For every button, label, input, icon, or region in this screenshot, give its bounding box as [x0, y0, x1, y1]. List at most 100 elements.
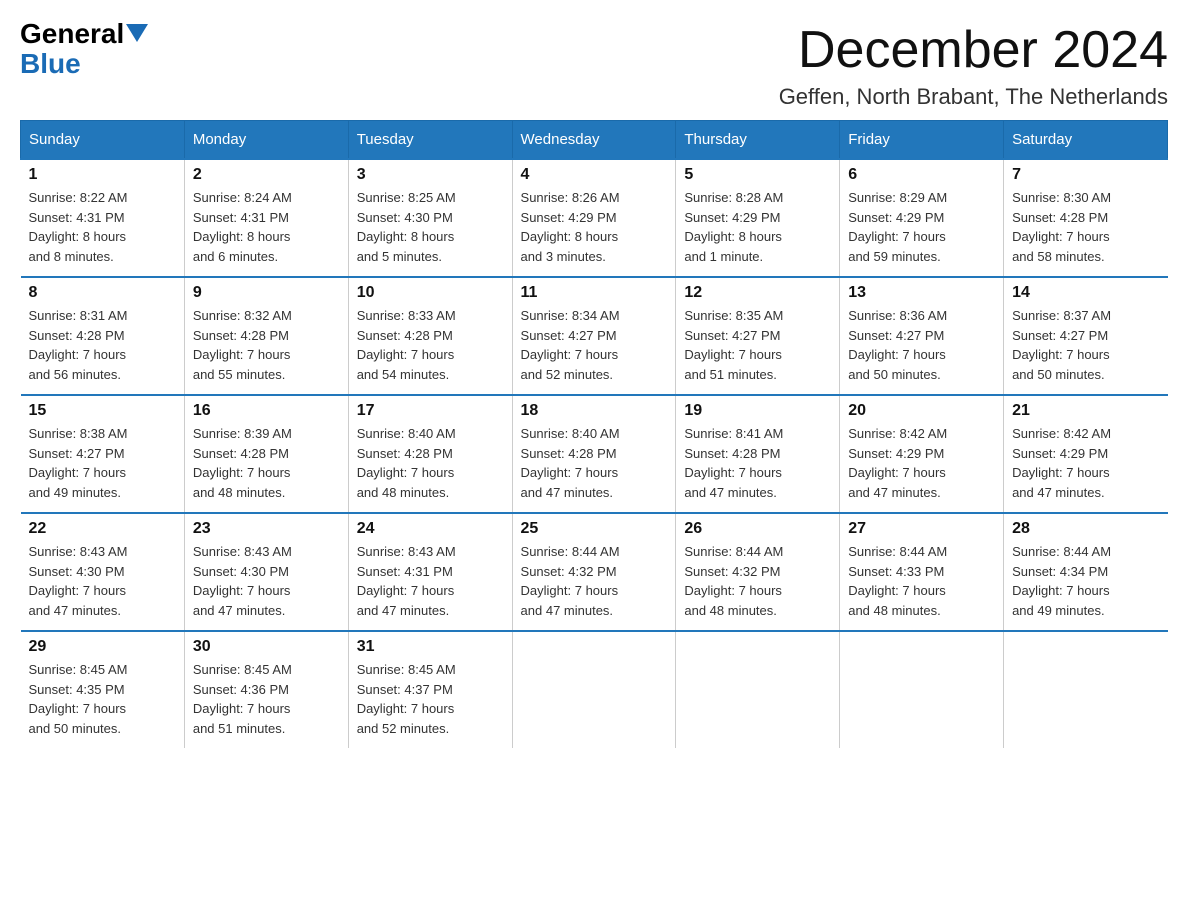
- day-info: Sunrise: 8:37 AMSunset: 4:27 PMDaylight:…: [1012, 306, 1159, 384]
- day-info: Sunrise: 8:44 AMSunset: 4:33 PMDaylight:…: [848, 542, 995, 620]
- day-info: Sunrise: 8:22 AMSunset: 4:31 PMDaylight:…: [29, 188, 176, 266]
- calendar-table: SundayMondayTuesdayWednesdayThursdayFrid…: [20, 120, 1168, 748]
- day-number: 12: [684, 284, 831, 302]
- day-info: Sunrise: 8:33 AMSunset: 4:28 PMDaylight:…: [357, 306, 504, 384]
- day-number: 30: [193, 638, 340, 656]
- day-info: Sunrise: 8:35 AMSunset: 4:27 PMDaylight:…: [684, 306, 831, 384]
- day-number: 7: [1012, 166, 1159, 184]
- calendar-day-cell: 14 Sunrise: 8:37 AMSunset: 4:27 PMDaylig…: [1004, 277, 1168, 395]
- calendar-day-cell: 21 Sunrise: 8:42 AMSunset: 4:29 PMDaylig…: [1004, 395, 1168, 513]
- calendar-empty-cell: [512, 631, 676, 748]
- calendar-week-row: 29 Sunrise: 8:45 AMSunset: 4:35 PMDaylig…: [21, 631, 1168, 748]
- calendar-day-cell: 9 Sunrise: 8:32 AMSunset: 4:28 PMDayligh…: [184, 277, 348, 395]
- day-info: Sunrise: 8:43 AMSunset: 4:30 PMDaylight:…: [193, 542, 340, 620]
- logo-blue: Blue: [20, 48, 81, 80]
- calendar-day-cell: 20 Sunrise: 8:42 AMSunset: 4:29 PMDaylig…: [840, 395, 1004, 513]
- calendar-day-cell: 12 Sunrise: 8:35 AMSunset: 4:27 PMDaylig…: [676, 277, 840, 395]
- day-info: Sunrise: 8:40 AMSunset: 4:28 PMDaylight:…: [357, 424, 504, 502]
- calendar-day-cell: 3 Sunrise: 8:25 AMSunset: 4:30 PMDayligh…: [348, 159, 512, 277]
- day-number: 4: [521, 166, 668, 184]
- calendar-day-cell: 8 Sunrise: 8:31 AMSunset: 4:28 PMDayligh…: [21, 277, 185, 395]
- calendar-day-cell: 2 Sunrise: 8:24 AMSunset: 4:31 PMDayligh…: [184, 159, 348, 277]
- location-title: Geffen, North Brabant, The Netherlands: [779, 84, 1168, 110]
- day-info: Sunrise: 8:41 AMSunset: 4:28 PMDaylight:…: [684, 424, 831, 502]
- calendar-day-cell: 13 Sunrise: 8:36 AMSunset: 4:27 PMDaylig…: [840, 277, 1004, 395]
- day-number: 23: [193, 520, 340, 538]
- day-number: 6: [848, 166, 995, 184]
- calendar-day-cell: 18 Sunrise: 8:40 AMSunset: 4:28 PMDaylig…: [512, 395, 676, 513]
- calendar-day-cell: 7 Sunrise: 8:30 AMSunset: 4:28 PMDayligh…: [1004, 159, 1168, 277]
- calendar-day-cell: 10 Sunrise: 8:33 AMSunset: 4:28 PMDaylig…: [348, 277, 512, 395]
- day-info: Sunrise: 8:28 AMSunset: 4:29 PMDaylight:…: [684, 188, 831, 266]
- calendar-day-cell: 30 Sunrise: 8:45 AMSunset: 4:36 PMDaylig…: [184, 631, 348, 748]
- day-number: 1: [29, 166, 176, 184]
- day-info: Sunrise: 8:44 AMSunset: 4:32 PMDaylight:…: [521, 542, 668, 620]
- calendar-day-cell: 19 Sunrise: 8:41 AMSunset: 4:28 PMDaylig…: [676, 395, 840, 513]
- weekday-header-friday: Friday: [840, 121, 1004, 160]
- day-info: Sunrise: 8:30 AMSunset: 4:28 PMDaylight:…: [1012, 188, 1159, 266]
- day-number: 15: [29, 402, 176, 420]
- day-number: 20: [848, 402, 995, 420]
- day-number: 5: [684, 166, 831, 184]
- day-info: Sunrise: 8:31 AMSunset: 4:28 PMDaylight:…: [29, 306, 176, 384]
- calendar-week-row: 8 Sunrise: 8:31 AMSunset: 4:28 PMDayligh…: [21, 277, 1168, 395]
- day-number: 25: [521, 520, 668, 538]
- title-section: December 2024 Geffen, North Brabant, The…: [779, 20, 1168, 110]
- weekday-header-monday: Monday: [184, 121, 348, 160]
- calendar-day-cell: 28 Sunrise: 8:44 AMSunset: 4:34 PMDaylig…: [1004, 513, 1168, 631]
- day-number: 3: [357, 166, 504, 184]
- weekday-header-wednesday: Wednesday: [512, 121, 676, 160]
- day-number: 17: [357, 402, 504, 420]
- calendar-day-cell: 24 Sunrise: 8:43 AMSunset: 4:31 PMDaylig…: [348, 513, 512, 631]
- day-number: 16: [193, 402, 340, 420]
- calendar-day-cell: 31 Sunrise: 8:45 AMSunset: 4:37 PMDaylig…: [348, 631, 512, 748]
- calendar-week-row: 1 Sunrise: 8:22 AMSunset: 4:31 PMDayligh…: [21, 159, 1168, 277]
- logo-triangle-icon: [126, 24, 148, 46]
- day-info: Sunrise: 8:45 AMSunset: 4:35 PMDaylight:…: [29, 660, 176, 738]
- weekday-header-tuesday: Tuesday: [348, 121, 512, 160]
- day-info: Sunrise: 8:44 AMSunset: 4:34 PMDaylight:…: [1012, 542, 1159, 620]
- day-number: 31: [357, 638, 504, 656]
- month-title: December 2024: [779, 20, 1168, 80]
- calendar-week-row: 22 Sunrise: 8:43 AMSunset: 4:30 PMDaylig…: [21, 513, 1168, 631]
- day-number: 21: [1012, 402, 1159, 420]
- day-number: 10: [357, 284, 504, 302]
- day-info: Sunrise: 8:32 AMSunset: 4:28 PMDaylight:…: [193, 306, 340, 384]
- calendar-empty-cell: [676, 631, 840, 748]
- weekday-header-saturday: Saturday: [1004, 121, 1168, 160]
- calendar-empty-cell: [840, 631, 1004, 748]
- calendar-day-cell: 15 Sunrise: 8:38 AMSunset: 4:27 PMDaylig…: [21, 395, 185, 513]
- day-number: 24: [357, 520, 504, 538]
- day-number: 11: [521, 284, 668, 302]
- day-info: Sunrise: 8:42 AMSunset: 4:29 PMDaylight:…: [1012, 424, 1159, 502]
- calendar-day-cell: 5 Sunrise: 8:28 AMSunset: 4:29 PMDayligh…: [676, 159, 840, 277]
- calendar-week-row: 15 Sunrise: 8:38 AMSunset: 4:27 PMDaylig…: [21, 395, 1168, 513]
- day-number: 8: [29, 284, 176, 302]
- day-info: Sunrise: 8:40 AMSunset: 4:28 PMDaylight:…: [521, 424, 668, 502]
- day-info: Sunrise: 8:36 AMSunset: 4:27 PMDaylight:…: [848, 306, 995, 384]
- day-number: 18: [521, 402, 668, 420]
- day-info: Sunrise: 8:43 AMSunset: 4:30 PMDaylight:…: [29, 542, 176, 620]
- calendar-day-cell: 16 Sunrise: 8:39 AMSunset: 4:28 PMDaylig…: [184, 395, 348, 513]
- day-info: Sunrise: 8:34 AMSunset: 4:27 PMDaylight:…: [521, 306, 668, 384]
- calendar-empty-cell: [1004, 631, 1168, 748]
- calendar-day-cell: 1 Sunrise: 8:22 AMSunset: 4:31 PMDayligh…: [21, 159, 185, 277]
- day-info: Sunrise: 8:38 AMSunset: 4:27 PMDaylight:…: [29, 424, 176, 502]
- calendar-day-cell: 17 Sunrise: 8:40 AMSunset: 4:28 PMDaylig…: [348, 395, 512, 513]
- day-info: Sunrise: 8:39 AMSunset: 4:28 PMDaylight:…: [193, 424, 340, 502]
- day-number: 14: [1012, 284, 1159, 302]
- weekday-header-sunday: Sunday: [21, 121, 185, 160]
- day-info: Sunrise: 8:24 AMSunset: 4:31 PMDaylight:…: [193, 188, 340, 266]
- day-number: 9: [193, 284, 340, 302]
- day-number: 28: [1012, 520, 1159, 538]
- day-number: 2: [193, 166, 340, 184]
- logo-general: General: [20, 20, 124, 48]
- day-number: 19: [684, 402, 831, 420]
- calendar-day-cell: 11 Sunrise: 8:34 AMSunset: 4:27 PMDaylig…: [512, 277, 676, 395]
- day-number: 13: [848, 284, 995, 302]
- calendar-day-cell: 4 Sunrise: 8:26 AMSunset: 4:29 PMDayligh…: [512, 159, 676, 277]
- page-header: General Blue December 2024 Geffen, North…: [20, 20, 1168, 110]
- day-number: 26: [684, 520, 831, 538]
- day-info: Sunrise: 8:43 AMSunset: 4:31 PMDaylight:…: [357, 542, 504, 620]
- day-info: Sunrise: 8:45 AMSunset: 4:36 PMDaylight:…: [193, 660, 340, 738]
